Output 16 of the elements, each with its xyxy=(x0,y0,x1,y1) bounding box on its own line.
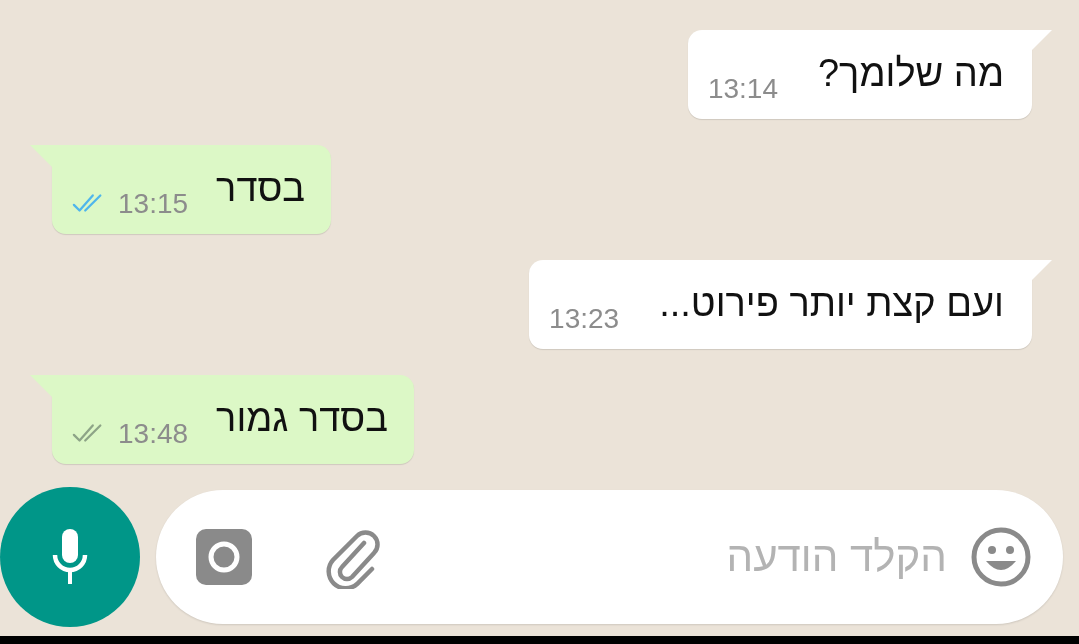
message-time: 13:14 xyxy=(707,73,778,105)
camera-icon[interactable] xyxy=(194,527,254,587)
bubble-tail xyxy=(1030,260,1052,282)
message-text: מה שלומך? xyxy=(817,51,1004,96)
emoji-icon[interactable] xyxy=(969,525,1033,589)
message-text: בסדר גמור xyxy=(216,396,388,441)
message-text: ועם קצת יותר פירוט... xyxy=(659,281,1004,326)
bubble-tail xyxy=(30,145,52,167)
message-text: בסדר xyxy=(216,166,306,211)
microphone-icon xyxy=(50,527,90,587)
message-time: 13:23 xyxy=(549,303,620,335)
message-input[interactable]: הקלד הודעה xyxy=(404,532,949,582)
message-time: 13:48 xyxy=(118,418,189,450)
bubble-tail xyxy=(30,375,52,397)
bubble-tail xyxy=(1030,30,1052,52)
message-time: 13:15 xyxy=(118,188,189,220)
